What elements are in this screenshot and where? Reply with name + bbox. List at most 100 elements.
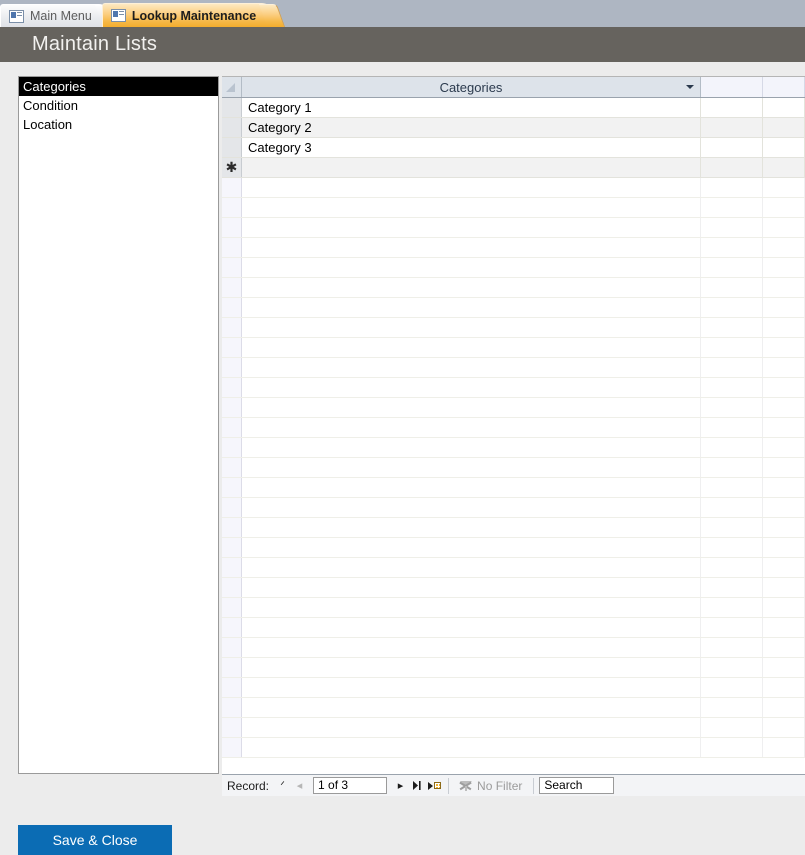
cell-empty	[242, 298, 701, 317]
empty-row	[222, 738, 805, 758]
list-item-categories[interactable]: Categories	[19, 77, 218, 96]
table-row[interactable]: Category 2	[222, 118, 805, 138]
cell-empty	[242, 458, 701, 477]
cell-empty	[242, 638, 701, 657]
categories-datasheet[interactable]: Categories Category 1 Category 2 Category …	[222, 76, 805, 774]
row-selector-empty	[222, 678, 242, 697]
row-selector-empty	[222, 258, 242, 277]
empty-row	[222, 318, 805, 338]
lookup-type-list[interactable]: Categories Condition Location	[18, 76, 219, 774]
cell-empty	[242, 278, 701, 297]
cell-category[interactable]: Category 2	[242, 118, 701, 137]
cell-empty	[242, 378, 701, 397]
cell-category-new[interactable]	[242, 158, 701, 177]
cell-blank-2	[763, 618, 805, 637]
cell-empty	[242, 338, 701, 357]
cell-blank-2	[763, 418, 805, 437]
cell-empty	[242, 418, 701, 437]
cell-category[interactable]: Category 1	[242, 98, 701, 117]
list-item-location[interactable]: Location	[19, 115, 218, 134]
cell-blank-2	[763, 378, 805, 397]
cell-category[interactable]: Category 3	[242, 138, 701, 157]
row-selector-empty	[222, 358, 242, 377]
cell-blank-1	[701, 438, 763, 457]
tab-lookup-maintenance[interactable]: Lookup Maintenance	[101, 3, 286, 27]
cell-blank-1	[701, 318, 763, 337]
empty-row	[222, 498, 805, 518]
cell-blank-1	[701, 578, 763, 597]
datasheet-header-row: Categories	[222, 77, 805, 98]
cell-blank-1	[701, 538, 763, 557]
record-label: Record:	[227, 778, 270, 793]
chevron-down-icon[interactable]	[686, 85, 694, 89]
cell-empty	[242, 258, 701, 277]
cell-blank-1	[701, 518, 763, 537]
cell-empty	[242, 598, 701, 617]
cell-blank-1	[701, 258, 763, 277]
tab-main-menu[interactable]: Main Menu	[0, 4, 121, 27]
cell-blank-2	[763, 658, 805, 677]
cell-blank-2	[763, 178, 805, 197]
column-header-categories[interactable]: Categories	[242, 77, 701, 97]
row-selector[interactable]	[222, 138, 242, 157]
empty-row	[222, 398, 805, 418]
new-record-row[interactable]: ✱	[222, 158, 805, 178]
cell-blank-2	[763, 598, 805, 617]
cell-empty	[242, 218, 701, 237]
row-selector-empty	[222, 558, 242, 577]
cell-blank-2	[763, 458, 805, 477]
empty-row	[222, 458, 805, 478]
last-record-button[interactable]	[409, 777, 426, 795]
row-selector[interactable]	[222, 118, 242, 137]
cell-empty	[242, 438, 701, 457]
cell-blank-2	[763, 258, 805, 277]
cell-blank-1	[701, 158, 763, 177]
row-selector[interactable]	[222, 98, 242, 117]
row-selector-empty	[222, 738, 242, 757]
cell-empty	[242, 738, 701, 757]
cell-blank-1	[701, 418, 763, 437]
filter-label: No Filter	[477, 778, 523, 793]
cell-blank-1	[701, 178, 763, 197]
filter-icon	[459, 780, 473, 792]
cell-blank-2	[763, 138, 805, 157]
cell-empty	[242, 578, 701, 597]
row-selector-empty	[222, 498, 242, 517]
table-row[interactable]: Category 3	[222, 138, 805, 158]
tab-main-menu-label: Main Menu	[30, 9, 92, 23]
cell-blank-1	[701, 698, 763, 717]
row-selector-empty	[222, 658, 242, 677]
cell-blank-1	[701, 678, 763, 697]
navigator-divider	[448, 777, 450, 794]
cell-blank-2	[763, 278, 805, 297]
empty-row	[222, 278, 805, 298]
list-item-condition[interactable]: Condition	[19, 96, 218, 115]
next-record-button[interactable]: ▸	[392, 777, 409, 795]
document-tab-bar: Main Menu Lookup Maintenance	[0, 0, 805, 27]
cell-blank-1	[701, 738, 763, 757]
row-selector-empty	[222, 538, 242, 557]
table-row[interactable]: Category 1	[222, 98, 805, 118]
previous-record-button[interactable]: ◂	[291, 777, 308, 795]
row-selector-empty	[222, 698, 242, 717]
cell-blank-1	[701, 378, 763, 397]
form-icon	[110, 9, 126, 22]
cell-empty	[242, 658, 701, 677]
cell-blank-2	[763, 98, 805, 117]
empty-row	[222, 258, 805, 278]
search-input[interactable]: Search	[539, 777, 615, 794]
empty-row	[222, 678, 805, 698]
form-body: Categories Condition Location Categories…	[0, 62, 805, 855]
row-selector-empty	[222, 218, 242, 237]
cell-blank-2	[763, 158, 805, 177]
new-record-button[interactable]	[426, 777, 443, 795]
new-record-marker-icon: ✱	[222, 158, 242, 177]
page-title: Maintain Lists	[32, 33, 158, 55]
first-record-button[interactable]: ᐟ	[274, 777, 291, 795]
record-position-input[interactable]: 1 of 3	[313, 777, 388, 794]
filter-toggle-button[interactable]: No Filter	[454, 779, 528, 793]
cell-empty	[242, 538, 701, 557]
cell-blank-2	[763, 638, 805, 657]
cell-empty	[242, 398, 701, 417]
select-all-corner-icon[interactable]	[222, 77, 242, 97]
